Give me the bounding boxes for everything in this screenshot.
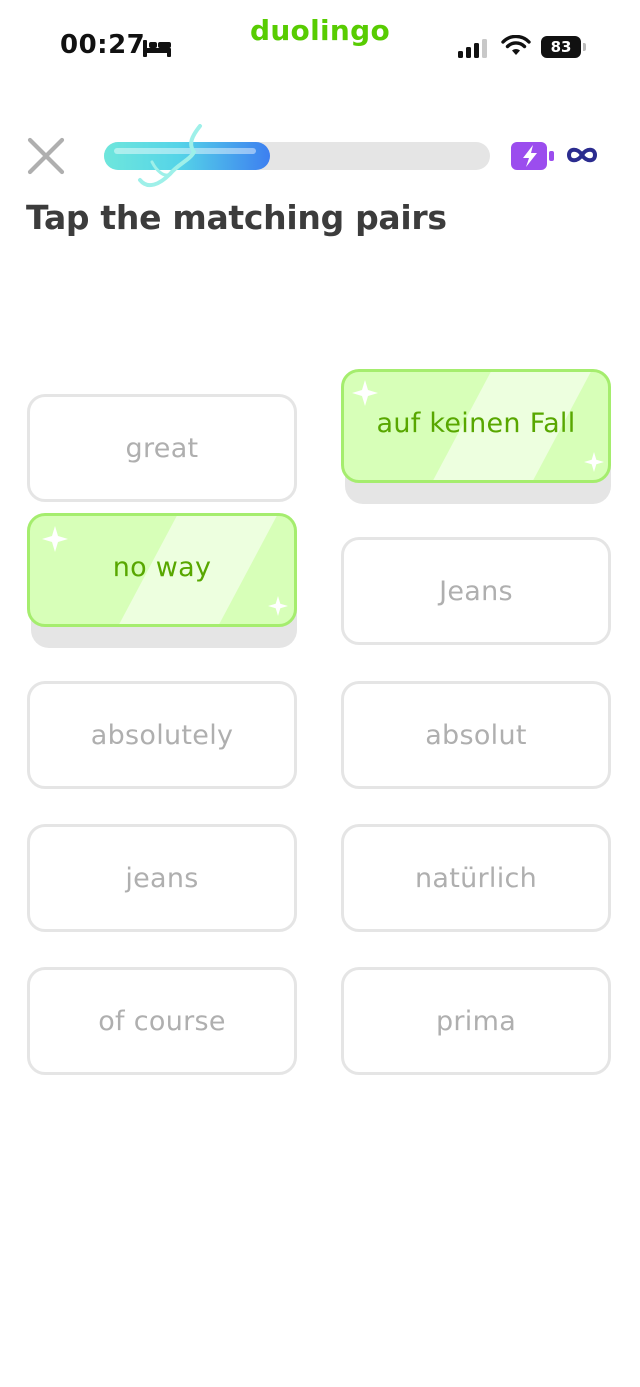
sparkle-icon: [42, 526, 68, 552]
tile-absolutely[interactable]: absolutely: [27, 681, 297, 789]
tile-no-way[interactable]: no way: [27, 513, 297, 627]
tile-Jeans[interactable]: Jeans: [341, 537, 611, 645]
tile-absolut[interactable]: absolut: [341, 681, 611, 789]
exercise-prompt: Tap the matching pairs: [26, 198, 447, 237]
tile-naturlich[interactable]: natürlich: [341, 824, 611, 932]
close-icon[interactable]: [26, 136, 66, 176]
tile-label: prima: [435, 1005, 517, 1037]
tile-label: great: [125, 432, 199, 464]
tile-label: Jeans: [439, 575, 513, 607]
progress-fill: [104, 142, 270, 170]
tile-great[interactable]: great: [27, 394, 297, 502]
tile-of-course[interactable]: of course: [27, 967, 297, 1075]
tile-label: of course: [98, 1005, 226, 1037]
infinity-icon: [566, 147, 598, 163]
battery-icon: 83: [541, 36, 587, 58]
tile-label: absolutely: [90, 719, 234, 751]
wifi-icon: [501, 35, 531, 55]
tile-label: natürlich: [414, 862, 538, 894]
tile-prima[interactable]: prima: [341, 967, 611, 1075]
sparkle-icon: [584, 452, 604, 472]
tile-label: no way: [112, 551, 212, 583]
sparkle-icon: [352, 380, 378, 406]
energy-icon: [511, 142, 554, 170]
signal-icon: [458, 39, 487, 58]
tile-label: absolut: [425, 719, 527, 751]
tile-label: auf keinen Fall: [376, 407, 576, 439]
tile-jeans[interactable]: jeans: [27, 824, 297, 932]
tile-label: jeans: [125, 862, 199, 894]
battery-level: 83: [550, 38, 572, 56]
sparkle-icon: [268, 596, 288, 616]
tile-auf-keinen-fall[interactable]: auf keinen Fall: [341, 369, 611, 483]
lesson-progress-bar: [104, 142, 490, 170]
